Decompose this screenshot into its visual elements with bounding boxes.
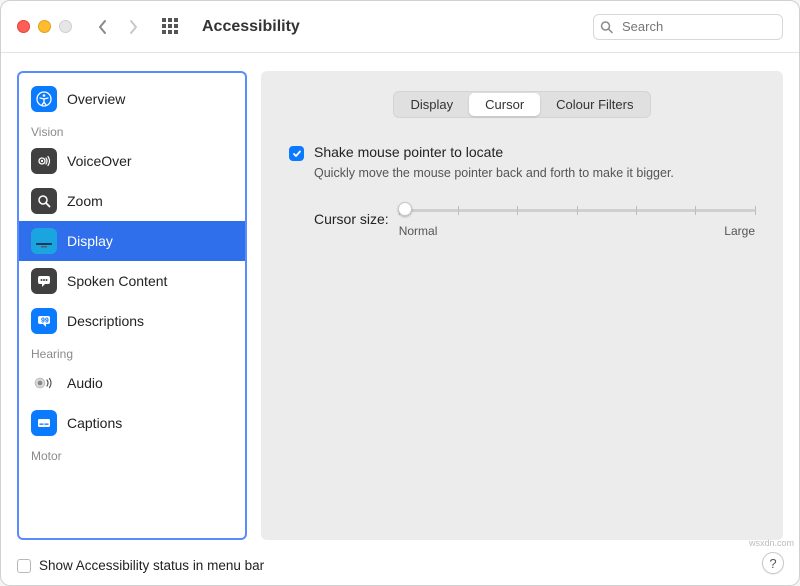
- chevron-left-icon: [98, 19, 108, 35]
- show-all-button[interactable]: [162, 18, 180, 36]
- traffic-lights: [17, 20, 72, 33]
- sidebar-item-label: Zoom: [67, 193, 103, 209]
- slider-thumb[interactable]: [398, 202, 412, 216]
- sidebar-item-voiceover[interactable]: VoiceOver: [19, 141, 245, 181]
- shake-pointer-description: Quickly move the mouse pointer back and …: [314, 165, 734, 182]
- cursor-size-label: Cursor size:: [314, 211, 389, 227]
- forward-button[interactable]: [122, 14, 144, 40]
- sidebar-group-hearing: Hearing: [19, 341, 245, 363]
- zoom-window-button[interactable]: [59, 20, 72, 33]
- sidebar-group-vision: Vision: [19, 119, 245, 141]
- chevron-right-icon: [128, 19, 138, 35]
- spoken-content-icon: [31, 268, 57, 294]
- sidebar-item-label: Overview: [67, 91, 125, 107]
- sidebar-item-captions[interactable]: Captions: [19, 403, 245, 443]
- tab-display[interactable]: Display: [395, 93, 470, 116]
- svg-text:99: 99: [41, 318, 49, 325]
- display-icon: [31, 228, 57, 254]
- sidebar-item-label: Descriptions: [67, 313, 144, 329]
- show-status-label: Show Accessibility status in menu bar: [39, 558, 264, 573]
- sidebar-item-display[interactable]: Display: [19, 221, 245, 261]
- sidebar-item-label: Display: [67, 233, 113, 249]
- watermark: wsxdn.com: [749, 538, 794, 548]
- preferences-window: Accessibility Overview Vision VoiceOver: [0, 0, 800, 586]
- tab-cursor[interactable]: Cursor: [469, 93, 540, 116]
- sidebar-item-zoom[interactable]: Zoom: [19, 181, 245, 221]
- captions-icon: [31, 410, 57, 436]
- show-status-checkbox[interactable]: [17, 559, 31, 573]
- sidebar-item-label: Captions: [67, 415, 122, 431]
- window-title: Accessibility: [202, 18, 300, 36]
- checkmark-icon: [292, 149, 302, 159]
- audio-icon: [31, 370, 57, 396]
- help-button[interactable]: ?: [762, 552, 784, 574]
- sidebar: Overview Vision VoiceOver Zoom Display: [17, 71, 247, 540]
- content-pane: Display Cursor Colour Filters Shake mous…: [261, 71, 783, 540]
- minimize-window-button[interactable]: [38, 20, 51, 33]
- zoom-icon: [31, 188, 57, 214]
- sidebar-item-label: Spoken Content: [67, 273, 167, 289]
- sidebar-item-descriptions[interactable]: 99 Descriptions: [19, 301, 245, 341]
- accessibility-icon: [31, 86, 57, 112]
- back-button[interactable]: [92, 14, 114, 40]
- tab-colour-filters[interactable]: Colour Filters: [540, 93, 649, 116]
- footer: Show Accessibility status in menu bar: [1, 550, 799, 585]
- cursor-size-min-label: Normal: [399, 224, 438, 238]
- sidebar-group-motor: Motor: [19, 443, 245, 465]
- cursor-size-slider[interactable]: [399, 200, 755, 220]
- descriptions-icon: 99: [31, 308, 57, 334]
- sidebar-item-audio[interactable]: Audio: [19, 363, 245, 403]
- search-icon: [600, 20, 613, 33]
- shake-pointer-label: Shake mouse pointer to locate: [314, 144, 503, 160]
- cursor-size-max-label: Large: [724, 224, 755, 238]
- sidebar-item-label: Audio: [67, 375, 103, 391]
- sidebar-item-label: VoiceOver: [67, 153, 132, 169]
- search-input[interactable]: [593, 14, 783, 40]
- search-field-wrapper: [593, 14, 783, 40]
- shake-pointer-checkbox[interactable]: [289, 146, 304, 161]
- sidebar-item-overview[interactable]: Overview: [19, 79, 245, 119]
- sidebar-item-spoken-content[interactable]: Spoken Content: [19, 261, 245, 301]
- tab-segmented-control: Display Cursor Colour Filters: [289, 91, 755, 118]
- titlebar: Accessibility: [1, 1, 799, 53]
- voiceover-icon: [31, 148, 57, 174]
- close-window-button[interactable]: [17, 20, 30, 33]
